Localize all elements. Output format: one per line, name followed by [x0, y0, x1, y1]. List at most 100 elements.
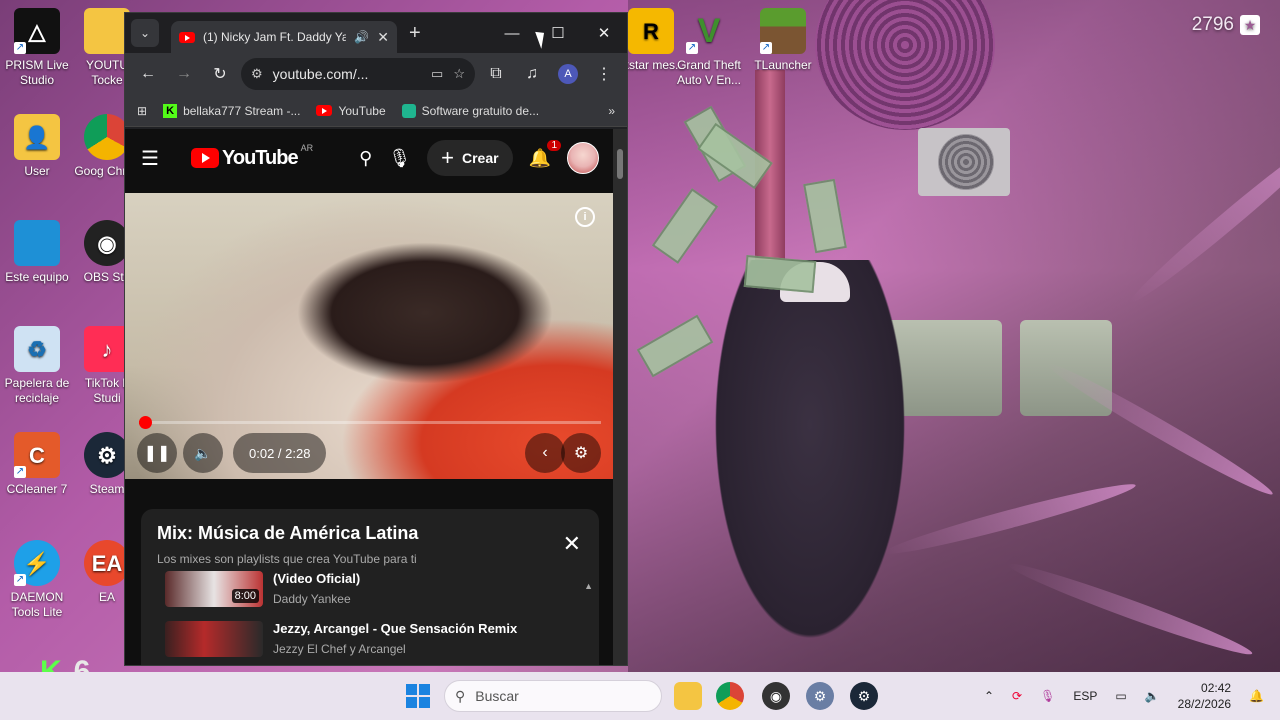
playlist-subtitle: Los mixes son playlists que crea YouTube… — [157, 552, 417, 566]
browser-menu-icon[interactable]: ⋮ — [589, 59, 619, 89]
search-icon[interactable]: ⚲ — [359, 148, 372, 169]
microphone-icon[interactable]: 🎙 — [1040, 689, 1055, 703]
avatar[interactable] — [567, 142, 599, 174]
playlist-item[interactable]: Jezzy, Arcangel - Que Sensación Remix Je… — [141, 621, 599, 665]
overlay-counter: 2796 ★ — [1192, 14, 1260, 36]
file-explorer-icon[interactable] — [674, 682, 702, 710]
window-controls: — ☐ ✕ — [489, 13, 627, 53]
bookmark-star-icon[interactable]: ☆ — [453, 66, 465, 82]
create-button[interactable]: + Crear — [427, 140, 513, 176]
notifications-bell-icon[interactable]: 🔔 1 — [529, 139, 561, 169]
shortcut-arrow-icon: ↗ — [760, 42, 772, 54]
bookmark-software[interactable]: Software gratuito de... — [401, 103, 539, 118]
playlist-title: Mix: Música de América Latina — [157, 523, 419, 543]
video-player[interactable]: i ❚❚ 🔈 0:02 / 2:28 ‹ ⚙ — [125, 193, 615, 479]
scrollbar-thumb[interactable] — [617, 149, 623, 179]
sync-icon[interactable]: ⟳ — [1012, 689, 1022, 703]
browser-toolbar: ← → ↻ ⚙ youtube.com/... ▭ ☆ ⧉ ♫ A ⋮ — [125, 53, 627, 95]
info-icon[interactable]: i — [575, 207, 595, 227]
youtube-logo-icon — [191, 148, 219, 168]
steam-taskbar-icon[interactable]: ⚙ — [850, 682, 878, 710]
bookmarks-bar: ⊞ K bellaka777 Stream -... YouTube Softw… — [125, 95, 627, 127]
page-scrollbar[interactable] — [613, 129, 627, 665]
youtube-page: ☰ YouTube AR ⚲ 🎙 + Crear 🔔 1 i ❚❚ 🔈 0:02… — [125, 129, 615, 665]
cast-icon[interactable]: ▭ — [431, 66, 443, 82]
wallpaper-money — [743, 255, 817, 293]
video-thumbnail: 8:00 — [165, 571, 263, 607]
more-bookmarks-button[interactable]: » — [608, 104, 615, 118]
desktop-icon-este-equipo[interactable]: Este equipo — [0, 220, 74, 285]
reload-button[interactable]: ↻ — [205, 59, 235, 89]
settings-gear-icon[interactable]: ⚙ — [561, 433, 601, 473]
desktop-icon-prism[interactable]: △ PRISM Live Studio ↗ — [0, 8, 74, 88]
star-icon: ★ — [1240, 15, 1260, 35]
apps-grid-icon[interactable]: ⊞ — [137, 104, 147, 118]
kick-icon: K — [163, 103, 178, 118]
taskbar: ⚲ Buscar ◉ ⚙ ⚙ ⌃ ⟳ 🎙 ESP ▭ 🔈 02:42 28/2/… — [0, 672, 1280, 720]
settings-taskbar-icon[interactable]: ⚙ — [806, 682, 834, 710]
shortcut-arrow-icon: ↗ — [14, 574, 26, 586]
chevron-left-icon[interactable]: ‹ — [525, 433, 565, 473]
media-control-icon[interactable]: ♫ — [517, 59, 547, 89]
profile-button[interactable]: A — [553, 59, 583, 89]
taskbar-search[interactable]: ⚲ Buscar — [444, 680, 662, 712]
system-tray: ⌃ ⟳ 🎙 ESP ▭ 🔈 02:42 28/2/2026 🔔 — [984, 672, 1264, 720]
windows-start-icon[interactable] — [406, 684, 430, 708]
desktop-icon-tlauncher[interactable]: TLauncher ↗ — [746, 8, 820, 73]
close-playlist-button[interactable]: ✕ — [563, 531, 581, 557]
close-window-button[interactable]: ✕ — [581, 13, 627, 53]
menu-icon[interactable]: ☰ — [141, 146, 165, 171]
notifications-icon[interactable]: 🔔 — [1249, 689, 1264, 703]
youtube-logo[interactable]: YouTube AR — [191, 143, 313, 170]
minimize-button[interactable]: — — [489, 13, 535, 53]
desktop-icon-daemon[interactable]: ⚡ DAEMON Tools Lite ↗ — [0, 540, 74, 620]
rockstar-icon: R — [628, 8, 674, 54]
progress-bar[interactable] — [139, 416, 601, 429]
plus-icon: + — [441, 145, 454, 170]
youtube-favicon-icon — [179, 31, 195, 43]
youtube-favicon-icon — [316, 105, 333, 116]
browser-window: ⌄ (1) Nicky Jam Ft. Daddy Yan 🔊 ✕ + — ☐ … — [124, 12, 628, 666]
shortcut-arrow-icon: ↗ — [14, 42, 26, 54]
back-button[interactable]: ← — [133, 59, 163, 89]
scroll-up-arrow-icon[interactable]: ▲ — [584, 581, 593, 591]
shortcut-arrow-icon: ↗ — [686, 42, 698, 54]
shortcut-arrow-icon: ↗ — [14, 466, 26, 478]
chrome-taskbar-icon[interactable] — [716, 682, 744, 710]
bookmark-kick[interactable]: K bellaka777 Stream -... — [163, 103, 300, 118]
wallpaper-character — [700, 260, 920, 672]
desktop-icon-ccleaner[interactable]: C CCleaner 7 ↗ — [0, 432, 74, 497]
volume-icon[interactable]: 🔈 — [1145, 689, 1160, 703]
bookmark-youtube[interactable]: YouTube — [316, 104, 386, 118]
mix-playlist-panel: Mix: Música de América Latina Los mixes … — [141, 509, 599, 665]
chevron-up-icon[interactable]: ⌃ — [984, 689, 994, 703]
desktop-icon-gta[interactable]: V Grand Theft Auto V En... ↗ — [672, 8, 746, 88]
obs-taskbar-icon[interactable]: ◉ — [762, 682, 790, 710]
tab-search-button[interactable]: ⌄ — [131, 19, 159, 47]
software-icon — [401, 103, 416, 118]
site-info-icon[interactable]: ⚙ — [251, 66, 263, 82]
extensions-icon[interactable]: ⧉ — [481, 59, 511, 89]
network-icon[interactable]: ▭ — [1115, 689, 1126, 703]
volume-icon[interactable]: 🔈 — [183, 433, 223, 473]
pause-button[interactable]: ❚❚ — [137, 433, 177, 473]
wallpaper-tank — [910, 320, 1002, 416]
speaker-icon[interactable]: 🔊 — [354, 30, 369, 44]
language-indicator[interactable]: ESP — [1073, 689, 1097, 703]
new-tab-button[interactable]: + — [409, 22, 421, 45]
desktop-icon-user[interactable]: 👤 User — [0, 114, 74, 179]
microphone-icon[interactable]: 🎙 — [388, 148, 411, 169]
address-bar[interactable]: ⚙ youtube.com/... ▭ ☆ — [241, 58, 475, 90]
recycle-bin-icon: ♻ — [14, 326, 60, 372]
video-thumbnail — [165, 621, 263, 657]
search-icon: ⚲ — [455, 687, 466, 704]
progress-scrubber[interactable] — [139, 416, 153, 429]
desktop-icon-papelera[interactable]: ♻ Papelera de reciclaje — [0, 326, 74, 406]
youtube-header: ☰ YouTube AR ⚲ 🎙 + Crear 🔔 1 — [125, 129, 615, 187]
clock[interactable]: 02:42 28/2/2026 — [1178, 680, 1231, 712]
forward-button[interactable]: → — [169, 59, 199, 89]
time-display: 0:02 / 2:28 — [233, 433, 327, 473]
wallpaper-ac-unit — [918, 128, 1010, 196]
browser-tab[interactable]: (1) Nicky Jam Ft. Daddy Yan 🔊 ✕ — [171, 21, 397, 53]
close-tab-icon[interactable]: ✕ — [377, 29, 389, 46]
